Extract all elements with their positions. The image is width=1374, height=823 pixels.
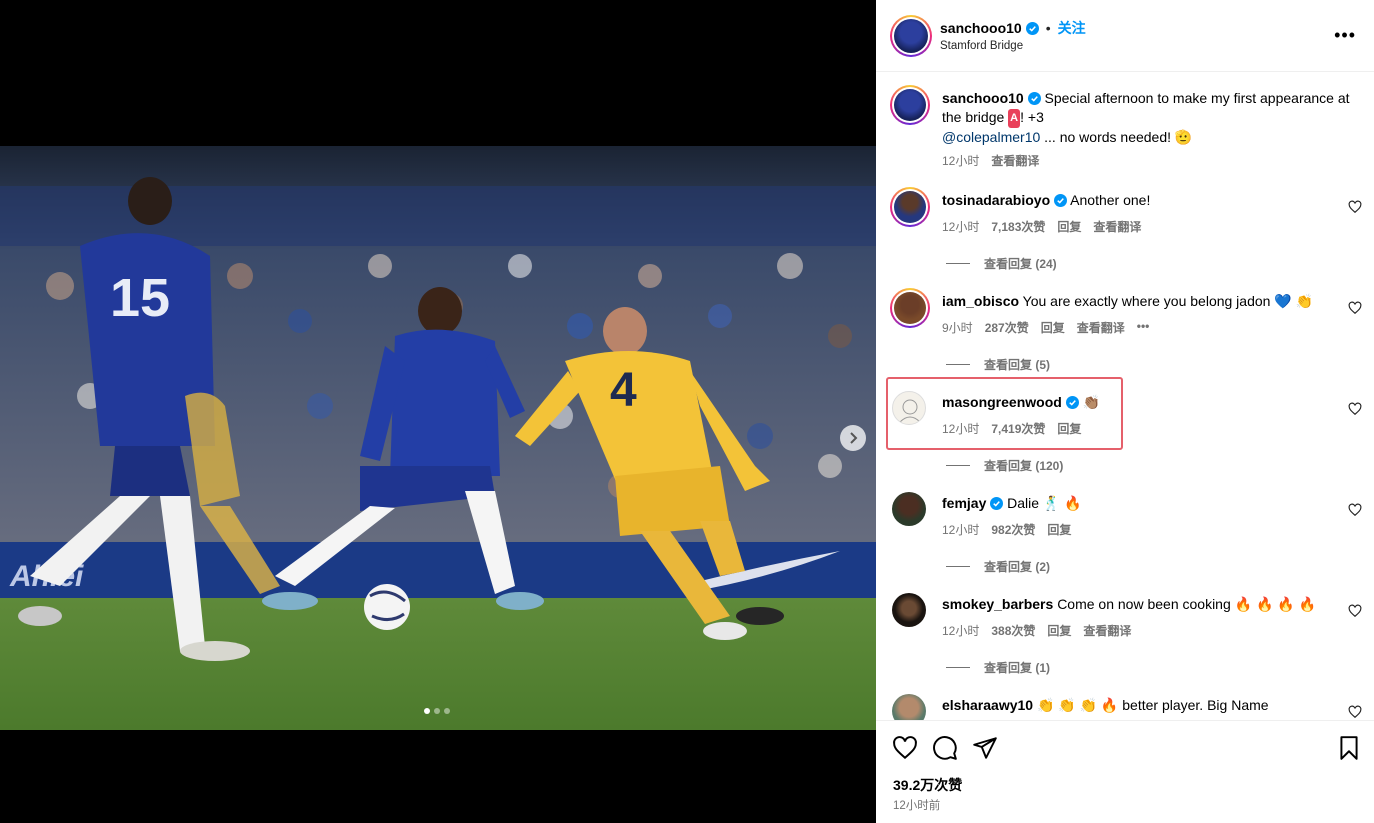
reply-button[interactable]: 回复: [1047, 622, 1071, 639]
post-timestamp: 12小时前: [893, 800, 941, 812]
view-replies-label: 查看回复 (24): [984, 257, 1057, 271]
view-replies-label: 查看回复 (120): [984, 459, 1064, 473]
separator-dot: •: [1045, 20, 1051, 36]
comment-avatar-ring[interactable]: [890, 187, 930, 227]
view-replies-label: 查看回复 (5): [984, 358, 1051, 372]
heart-icon[interactable]: [892, 735, 918, 761]
more-options-button[interactable]: •••: [1334, 25, 1356, 46]
like-comment-heart-icon[interactable]: [1348, 705, 1362, 719]
view-replies-button[interactable]: 查看回复 (2): [946, 558, 1050, 575]
comment-likes[interactable]: 287次赞: [985, 319, 1029, 336]
header-username[interactable]: sanchooo10: [940, 20, 1022, 36]
view-replies-label: 查看回复 (1): [984, 661, 1051, 675]
comment-text: Come on now been cooking 🔥 🔥 🔥 🔥: [1057, 596, 1317, 612]
avatar: [894, 191, 926, 223]
like-comment-heart-icon[interactable]: [1348, 604, 1362, 618]
caption-body-3: ... no words needed! 🫡: [1044, 129, 1193, 145]
verified-icon: [1054, 194, 1068, 207]
comment-username[interactable]: elsharaawy10: [942, 697, 1033, 713]
see-translation-button[interactable]: 查看翻译: [1077, 319, 1125, 336]
like-comment-heart-icon[interactable]: [1348, 402, 1362, 416]
avatar: [894, 292, 926, 324]
comment-likes[interactable]: 7,183次赞: [991, 218, 1045, 235]
avatar: [894, 19, 928, 53]
post-side-panel: sanchooo10 • 关注 Stamford Bridge ••• sanc…: [876, 0, 1374, 823]
comment-likes[interactable]: 388次赞: [991, 622, 1035, 639]
comment-username[interactable]: iam_obisco: [942, 293, 1019, 309]
chevron-right-icon: [850, 432, 858, 444]
share-icon[interactable]: [972, 735, 998, 761]
post-likes-count[interactable]: 39.2万次赞: [893, 775, 962, 795]
highlight-box: [886, 377, 1123, 450]
verified-icon: [1025, 21, 1039, 35]
see-translation-button[interactable]: 查看翻译: [1083, 622, 1131, 639]
like-comment-heart-icon[interactable]: [1348, 200, 1362, 214]
comment-username[interactable]: tosinadarabioyo: [942, 192, 1050, 208]
verified-icon: [1027, 92, 1041, 105]
carousel-indicator: [424, 708, 450, 714]
caption-text: sanchooo10 Special afternoon to make my …: [942, 89, 1352, 147]
comment-avatar-ring[interactable]: [890, 288, 930, 328]
comments-list[interactable]: sanchooo10 Special afternoon to make my …: [876, 72, 1374, 720]
view-replies-button[interactable]: 查看回复 (24): [946, 255, 1057, 272]
see-translation-button[interactable]: 查看翻译: [991, 152, 1039, 169]
view-replies-button[interactable]: 查看回复 (1): [946, 659, 1050, 676]
caption-username[interactable]: sanchooo10: [942, 90, 1024, 106]
reply-button[interactable]: 回复: [1047, 521, 1071, 538]
post-actions: 39.2万次赞 12小时前: [876, 720, 1374, 823]
caption-body-2: ! +3: [1020, 109, 1044, 125]
reply-button[interactable]: 回复: [1057, 218, 1081, 235]
like-comment-heart-icon[interactable]: [1348, 503, 1362, 517]
comment-time: 12小时: [942, 220, 980, 234]
bookmark-icon[interactable]: [1336, 735, 1362, 761]
post-media: Ahlei 15: [0, 0, 876, 823]
caption-avatar-ring[interactable]: [890, 85, 930, 125]
view-replies-button[interactable]: 查看回复 (5): [946, 356, 1050, 373]
comment-text: 👏 👏 👏 🔥 better player. Big Name: [1036, 697, 1269, 713]
post-header: sanchooo10 • 关注 Stamford Bridge •••: [876, 0, 1374, 72]
story-ring[interactable]: [890, 15, 932, 57]
comment-icon[interactable]: [932, 735, 958, 761]
comment-username[interactable]: femjay: [942, 495, 986, 511]
carousel-dot: [434, 708, 440, 714]
caption-time: 12小时: [942, 154, 980, 168]
comment-text: You are exactly where you belong jadon 💙…: [1022, 293, 1314, 309]
comment-likes[interactable]: 982次赞: [991, 521, 1035, 538]
follow-button[interactable]: 关注: [1058, 18, 1086, 38]
like-comment-heart-icon[interactable]: [1348, 301, 1362, 315]
comment-time: 12小时: [942, 523, 980, 537]
location-link[interactable]: Stamford Bridge: [940, 40, 1023, 52]
avatar[interactable]: [892, 593, 926, 627]
mention-link[interactable]: @colepalmer10: [942, 129, 1040, 145]
see-translation-button[interactable]: 查看翻译: [1093, 218, 1141, 235]
comment-time: 12小时: [942, 624, 980, 638]
verified-icon: [990, 497, 1004, 510]
comment-text: Dalie 🕺 🔥: [1007, 495, 1082, 511]
jersey-number-right: 4: [610, 364, 637, 417]
avatar[interactable]: [892, 492, 926, 526]
comment-username[interactable]: smokey_barbers: [942, 596, 1053, 612]
avatar[interactable]: [892, 694, 926, 720]
a-button-emoji-icon: A: [1008, 109, 1021, 128]
next-photo-button[interactable]: [840, 425, 866, 451]
reply-button[interactable]: 回复: [1041, 319, 1065, 336]
view-replies-label: 查看回复 (2): [984, 560, 1051, 574]
jersey-number-left: 15: [110, 268, 170, 328]
carousel-dot: [444, 708, 450, 714]
avatar: [894, 89, 926, 121]
view-replies-button[interactable]: 查看回复 (120): [946, 457, 1063, 474]
comment-more-button[interactable]: •••: [1137, 319, 1150, 336]
comment-text: Another one!: [1070, 192, 1151, 208]
comment-time: 9小时: [942, 321, 973, 335]
post-photo: Ahlei 15: [0, 146, 876, 730]
carousel-dot-active: [424, 708, 430, 714]
